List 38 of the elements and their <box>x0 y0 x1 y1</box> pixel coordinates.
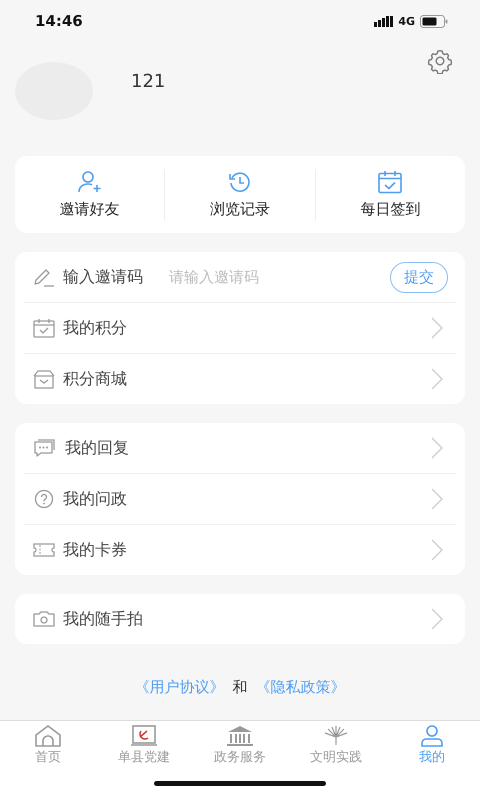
signal-icon <box>374 16 394 26</box>
calendar-check-icon <box>33 318 55 338</box>
invite-code-field[interactable]: 请输入邀请码 <box>169 268 382 286</box>
camera-icon <box>33 609 55 629</box>
menu-item[interactable]: 我的回复 <box>65 438 422 458</box>
quick-action-button[interactable]: 邀请好友 <box>15 170 164 219</box>
menu-item[interactable]: 我的积分 <box>63 318 422 338</box>
home-icon <box>34 725 62 747</box>
status-time: 14:46 <box>35 12 83 30</box>
menu-label: 输入邀请码 <box>63 266 143 288</box>
menu-item[interactable]: 积分商城 <box>63 368 422 390</box>
battery-icon <box>420 14 448 28</box>
network-label: 4G <box>398 14 415 28</box>
question-icon <box>33 489 55 509</box>
menu-item[interactable]: 我的随手拍 <box>63 608 422 630</box>
chevron-right-icon <box>430 607 444 631</box>
menu-item[interactable]: 我的卡券 <box>63 540 422 560</box>
settings-icon[interactable] <box>427 48 453 74</box>
chevron-right-icon <box>430 367 444 391</box>
pencil-icon <box>33 267 55 287</box>
chevron-right-icon <box>430 487 444 511</box>
history-clock-icon <box>226 170 253 194</box>
government-building-icon <box>226 725 254 747</box>
gift-box-icon <box>33 369 55 389</box>
emblem-book-icon <box>130 725 158 747</box>
menu-item[interactable]: 我的问政 <box>63 488 422 510</box>
user-icon <box>418 725 446 747</box>
add-user-icon <box>76 170 103 194</box>
chevron-right-icon <box>430 316 444 340</box>
conjunction-text: 和 <box>232 678 248 696</box>
quick-action-button[interactable]: 每日签到 <box>316 170 465 219</box>
calendar-check-icon <box>377 170 404 194</box>
quick-action-button[interactable]: 浏览记录 <box>165 170 315 219</box>
torch-rays-icon <box>322 725 350 747</box>
chat-bubble-icon <box>33 438 57 458</box>
chevron-right-icon <box>430 436 444 460</box>
chevron-right-icon <box>430 538 444 562</box>
user-name: 121 <box>131 71 166 92</box>
